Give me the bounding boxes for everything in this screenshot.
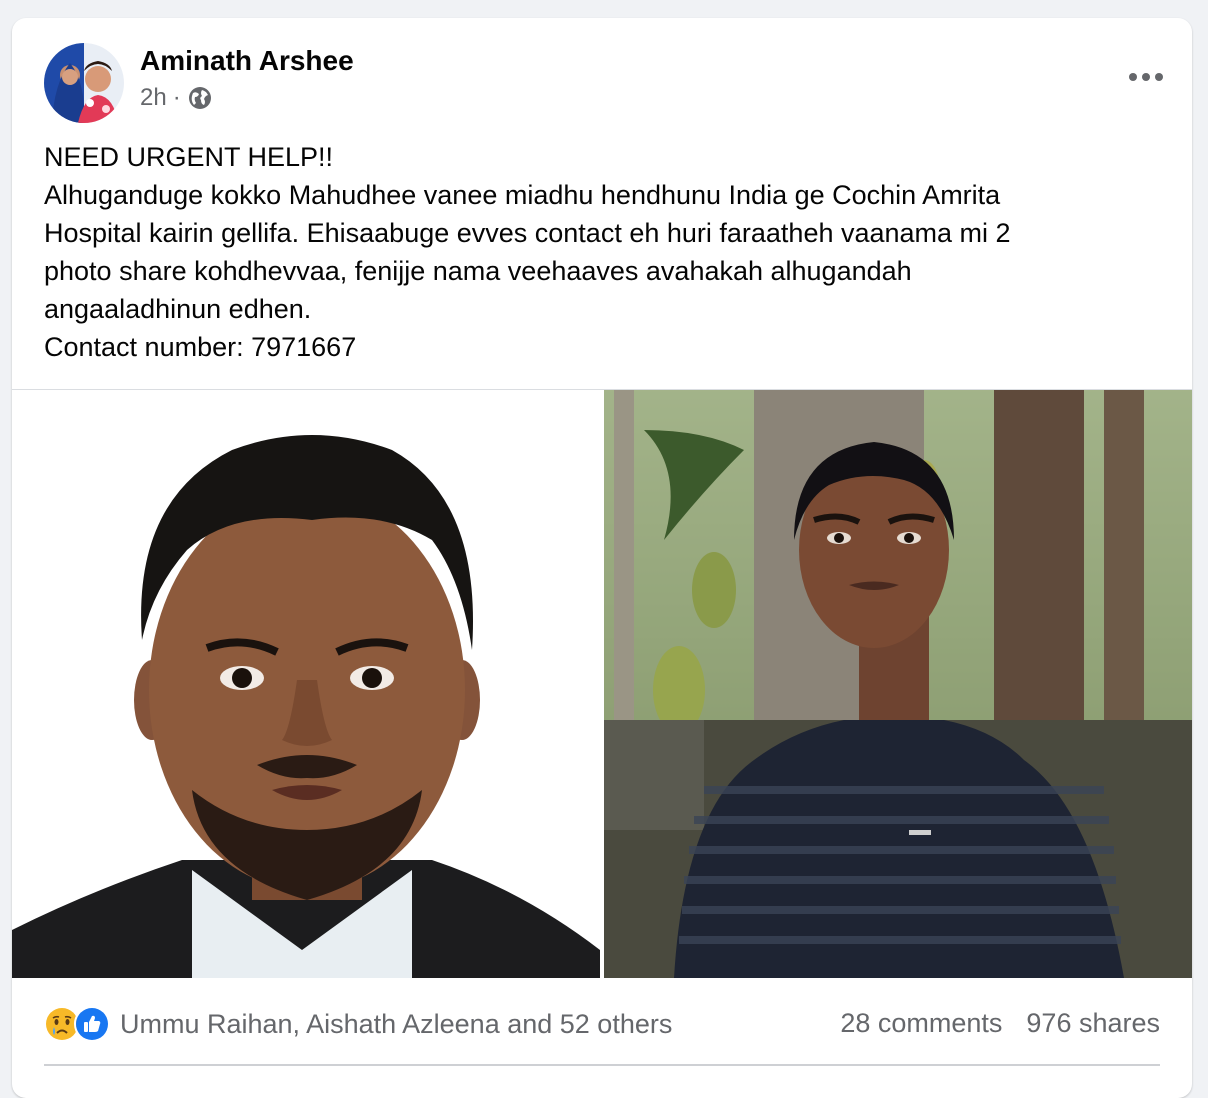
post-time[interactable]: 2h	[140, 84, 167, 112]
post-text-line: Hospital kairin gellifa. Ehisaabuge evve…	[44, 218, 1011, 248]
meta-separator: ·	[172, 84, 181, 111]
post-message: NEED URGENT HELP!! Alhuganduge kokko Mah…	[44, 138, 1164, 366]
post-text-line: Contact number: 7971667	[44, 332, 357, 362]
footer-divider	[44, 1064, 1160, 1066]
reactions-summary[interactable]: Ummu Raihan, Aishath Azleena and 52 othe…	[44, 1006, 672, 1042]
post-header: Aminath Arshee 2h ·	[12, 18, 1192, 128]
post-footer: Ummu Raihan, Aishath Azleena and 52 othe…	[12, 978, 1192, 1068]
author-name[interactable]: Aminath Arshee	[140, 45, 354, 77]
outdoor-photo[interactable]	[604, 390, 1192, 978]
like-reaction-icon	[74, 1006, 110, 1042]
post-meta: 2h ·	[140, 84, 213, 112]
portrait-photo[interactable]	[12, 390, 600, 978]
post-text-line: NEED URGENT HELP!!	[44, 142, 334, 172]
comments-count[interactable]: 28 comments	[840, 1008, 1002, 1039]
photo-grid	[12, 389, 1192, 978]
post-text-line: photo share kohdhevvaa, fenijje nama vee…	[44, 256, 912, 286]
more-options-button[interactable]	[1122, 54, 1170, 102]
reactors-text[interactable]: Ummu Raihan, Aishath Azleena and 52 othe…	[120, 1009, 672, 1040]
post-text-line: angaaladhinun edhen.	[44, 294, 312, 324]
post-card: Aminath Arshee 2h · NEED URGENT HELP!! A…	[12, 18, 1192, 1098]
engagement-counts: 28 comments 976 shares	[840, 1008, 1160, 1039]
shares-count[interactable]: 976 shares	[1026, 1008, 1160, 1039]
author-avatar[interactable]	[44, 43, 124, 123]
post-text-line: Alhuganduge kokko Mahudhee vanee miadhu …	[44, 180, 1001, 210]
more-dots-icon	[1128, 69, 1164, 87]
globe-icon[interactable]	[187, 85, 213, 111]
